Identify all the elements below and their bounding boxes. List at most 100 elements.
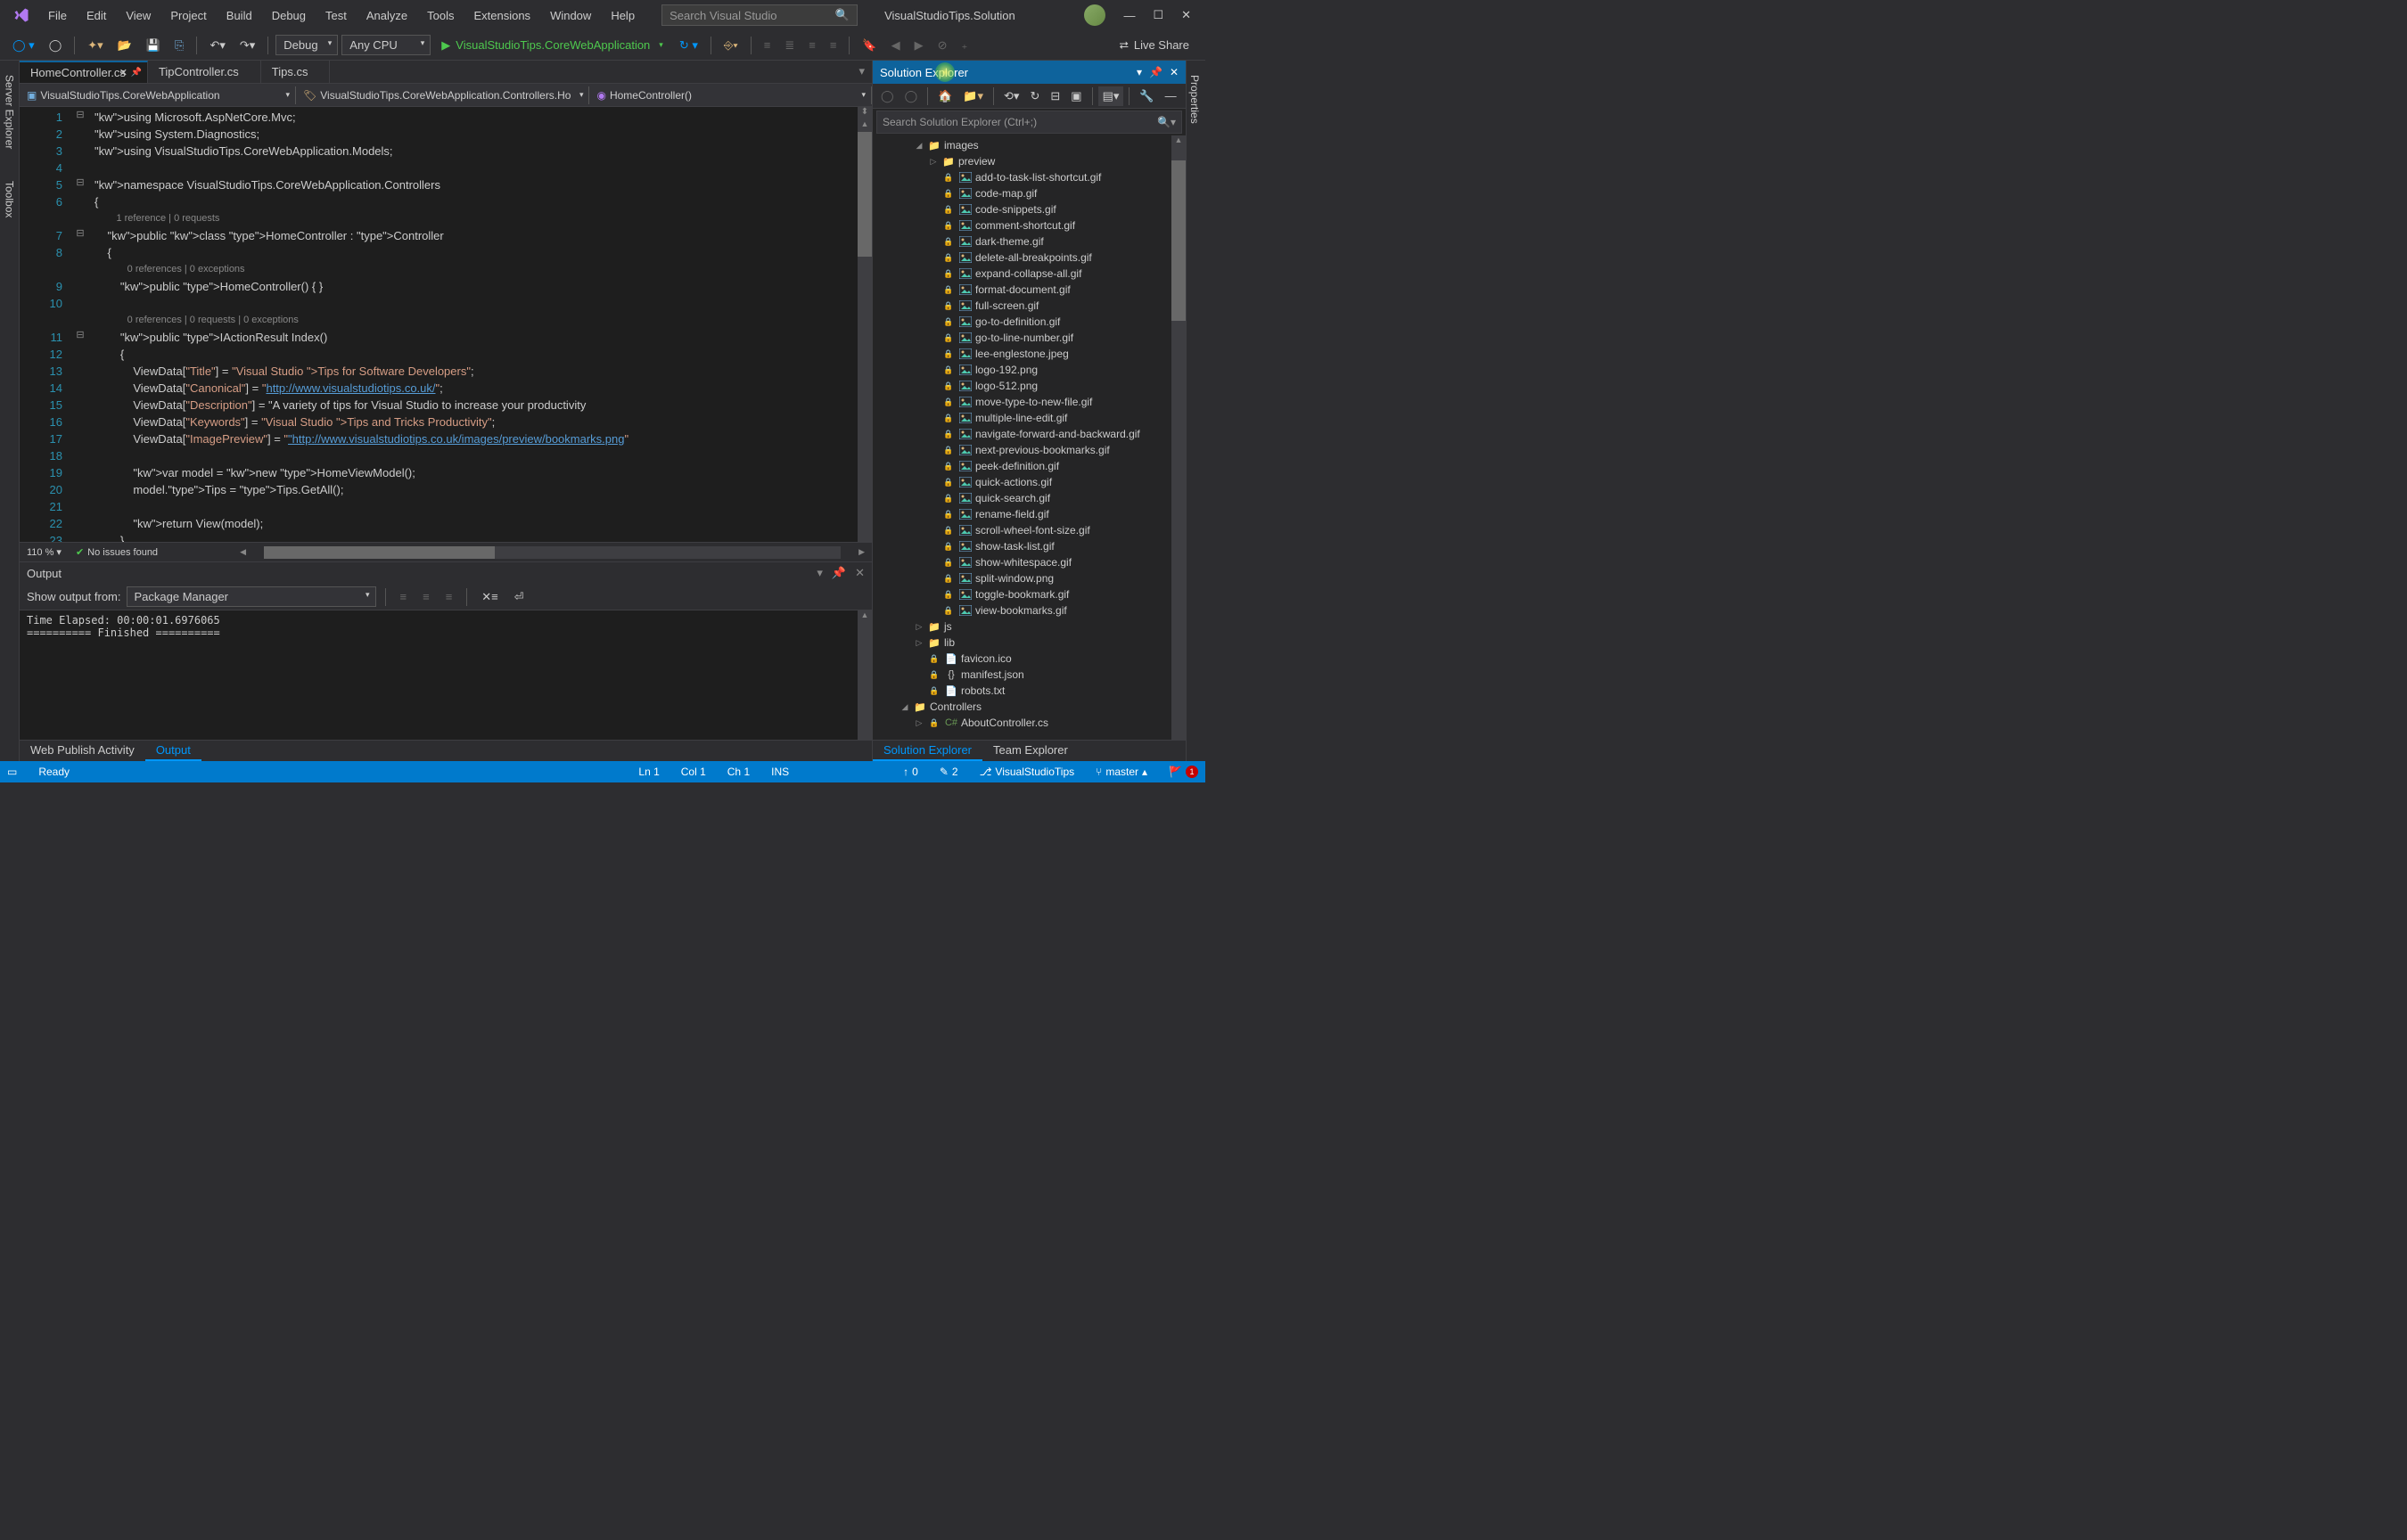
- browser-refresh-button[interactable]: ↻ ▾: [674, 35, 703, 56]
- output-btn-3[interactable]: ≡: [440, 586, 458, 607]
- menu-view[interactable]: View: [117, 4, 160, 28]
- se-scrollbar[interactable]: ▲: [1171, 135, 1186, 740]
- save-all-button[interactable]: ⎘: [169, 35, 189, 56]
- scroll-up-icon[interactable]: ▲: [858, 119, 872, 132]
- menu-analyze[interactable]: Analyze: [357, 4, 416, 28]
- tab-tipcontroller[interactable]: TipController.cs: [148, 61, 261, 83]
- se-fwd-button[interactable]: ◯: [900, 86, 923, 106]
- hscroll-right-icon[interactable]: ▶: [858, 547, 865, 557]
- menu-help[interactable]: Help: [602, 4, 644, 28]
- tree-node[interactable]: 🔒add-to-task-list-shortcut.gif: [873, 169, 1171, 185]
- hscroll-left-icon[interactable]: ◀: [240, 547, 246, 557]
- new-project-button[interactable]: ✦▾: [82, 35, 108, 56]
- se-refresh-button[interactable]: ↻: [1025, 86, 1044, 106]
- se-dropdown-icon[interactable]: ▾: [1137, 66, 1142, 78]
- scroll-thumb[interactable]: [858, 132, 872, 257]
- se-sync-button[interactable]: ⟲▾: [999, 86, 1023, 106]
- tree-node[interactable]: 🔒rename-field.gif: [873, 506, 1171, 522]
- minimize-button[interactable]: —: [1123, 9, 1135, 22]
- status-line[interactable]: Ln 1: [638, 766, 659, 778]
- tree-node[interactable]: 🔒split-window.png: [873, 570, 1171, 586]
- tabs-dropdown-icon[interactable]: ▾: [851, 61, 872, 83]
- status-build-icon[interactable]: ▭: [7, 766, 17, 778]
- tree-node[interactable]: ▷📁lib: [873, 635, 1171, 651]
- output-btn-1[interactable]: ≡: [395, 586, 413, 607]
- properties-tab[interactable]: Properties: [1187, 68, 1203, 131]
- tree-node[interactable]: 🔒peek-definition.gif: [873, 458, 1171, 474]
- tree-node[interactable]: 🔒full-screen.gif: [873, 298, 1171, 314]
- undo-button[interactable]: ↶▾: [204, 35, 230, 56]
- breadcrumb-project[interactable]: ▣ VisualStudioTips.CoreWebApplication: [20, 86, 296, 104]
- vertical-scrollbar[interactable]: ⬍ ▲: [858, 107, 872, 542]
- se-preview-button[interactable]: ▤▾: [1098, 86, 1124, 106]
- se-scope-button[interactable]: 📁▾: [958, 86, 988, 106]
- start-debug-button[interactable]: ▶ VisualStudioTips.CoreWebApplication ▾: [434, 36, 670, 55]
- platform-dropdown[interactable]: Any CPU: [341, 35, 431, 55]
- uncomment-button[interactable]: ≡: [825, 35, 842, 55]
- comment-button[interactable]: ≡: [803, 35, 821, 55]
- tree-node[interactable]: 🔒scroll-wheel-font-size.gif: [873, 522, 1171, 538]
- status-ins[interactable]: INS: [771, 766, 789, 778]
- tree-node[interactable]: 🔒toggle-bookmark.gif: [873, 586, 1171, 602]
- redo-button[interactable]: ↷▾: [234, 35, 260, 56]
- se-home-button[interactable]: 🏠: [933, 86, 957, 106]
- status-notifications[interactable]: 🚩1: [1169, 766, 1198, 778]
- tree-node[interactable]: ◢📁images: [873, 137, 1171, 153]
- clear-bookmarks-button[interactable]: ⊘: [932, 35, 953, 56]
- status-branch[interactable]: ⑂ master ▴: [1096, 766, 1147, 778]
- tree-node[interactable]: 🔒next-previous-bookmarks.gif: [873, 442, 1171, 458]
- se-search[interactable]: Search Solution Explorer (Ctrl+;) 🔍▾: [876, 111, 1182, 134]
- status-changes[interactable]: ✎ 2: [940, 766, 958, 778]
- wrap-output-button[interactable]: ⏎: [509, 586, 530, 608]
- tree-node[interactable]: 🔒multiple-line-edit.gif: [873, 410, 1171, 426]
- se-minus-button[interactable]: —: [1161, 86, 1181, 105]
- code-editor[interactable]: 1234567891011121314151617181920212223242…: [20, 107, 872, 542]
- clear-output-button[interactable]: ✕≡: [476, 586, 503, 608]
- toolbox-tab[interactable]: Toolbox: [2, 174, 18, 225]
- open-file-button[interactable]: 📂: [112, 35, 137, 56]
- output-scrollbar[interactable]: ▲: [858, 610, 872, 740]
- outdent-button[interactable]: ≣: [779, 35, 800, 56]
- zoom-dropdown[interactable]: 110 % ▾: [27, 546, 62, 558]
- tree-node[interactable]: 🔒delete-all-breakpoints.gif: [873, 250, 1171, 266]
- se-pin-icon[interactable]: 📌: [1149, 66, 1162, 78]
- tree-node[interactable]: 🔒navigate-forward-and-backward.gif: [873, 426, 1171, 442]
- breadcrumb-member[interactable]: ◉ HomeController(): [589, 86, 872, 104]
- se-properties-button[interactable]: 🔧: [1135, 86, 1158, 106]
- menu-project[interactable]: Project: [161, 4, 215, 28]
- tree-node[interactable]: 🔒lee-englestone.jpeg: [873, 346, 1171, 362]
- prev-bookmark-button[interactable]: ◀: [886, 35, 906, 56]
- tree-node[interactable]: 🔒show-task-list.gif: [873, 538, 1171, 554]
- live-share-button[interactable]: ⮂ Live Share: [1110, 35, 1198, 56]
- tree-node[interactable]: 🔒📄robots.txt: [873, 683, 1171, 699]
- tree-node[interactable]: ▷📁js: [873, 618, 1171, 635]
- tree-node[interactable]: 🔒expand-collapse-all.gif: [873, 266, 1171, 282]
- breadcrumb-namespace[interactable]: 🏷 VisualStudioTips.CoreWebApplication.Co…: [296, 86, 589, 104]
- tree-node[interactable]: ▷📁preview: [873, 153, 1171, 169]
- tree-node[interactable]: 🔒go-to-line-number.gif: [873, 330, 1171, 346]
- menu-tools[interactable]: Tools: [418, 4, 463, 28]
- tree-node[interactable]: 🔒quick-search.gif: [873, 490, 1171, 506]
- menu-debug[interactable]: Debug: [263, 4, 315, 28]
- tree-node[interactable]: 🔒dark-theme.gif: [873, 233, 1171, 250]
- tree-node[interactable]: ◢📁Controllers: [873, 699, 1171, 715]
- nav-forward-button[interactable]: ◯: [44, 35, 68, 56]
- code-area[interactable]: "kw">using Microsoft.AspNetCore.Mvc;"kw"…: [87, 107, 858, 542]
- se-showall-button[interactable]: ▣: [1066, 86, 1086, 106]
- tree-node[interactable]: 🔒code-snippets.gif: [873, 201, 1171, 217]
- solution-explorer-tab[interactable]: Solution Explorer: [873, 741, 982, 761]
- output-source-dropdown[interactable]: Package Manager: [127, 586, 376, 607]
- output-body[interactable]: Time Elapsed: 00:00:01.6976065 =========…: [20, 610, 858, 740]
- status-repo[interactable]: ⎇ VisualStudioTips: [980, 766, 1075, 778]
- maximize-button[interactable]: ☐: [1153, 8, 1163, 22]
- status-ch[interactable]: Ch 1: [727, 766, 750, 778]
- hscroll-thumb[interactable]: [264, 546, 495, 559]
- indent-button[interactable]: ≡: [759, 35, 776, 55]
- tree-node[interactable]: 🔒go-to-definition.gif: [873, 314, 1171, 330]
- output-btn-2[interactable]: ≡: [417, 586, 435, 607]
- tree-node[interactable]: 🔒{}manifest.json: [873, 667, 1171, 683]
- tab-tips[interactable]: Tips.cs: [261, 61, 331, 83]
- se-close-icon[interactable]: ✕: [1170, 66, 1179, 78]
- close-tab-icon[interactable]: ✕: [119, 67, 127, 78]
- tree-node[interactable]: 🔒show-whitespace.gif: [873, 554, 1171, 570]
